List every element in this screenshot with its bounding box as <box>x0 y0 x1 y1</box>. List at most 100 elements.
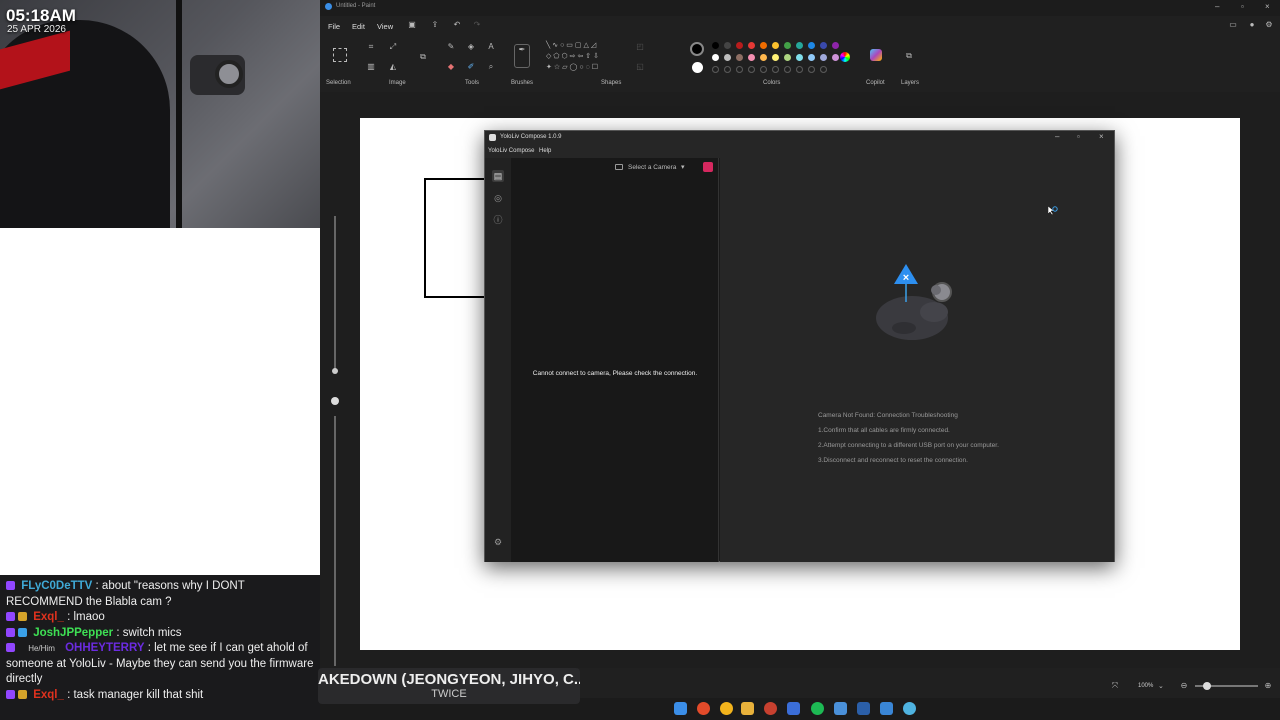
outline-icon[interactable]: ◰ <box>635 42 645 52</box>
crop-icon[interactable]: ⌗ <box>366 42 376 52</box>
color-swatch[interactable] <box>832 42 839 49</box>
menu-help[interactable]: Help <box>539 148 551 154</box>
color-swatch[interactable] <box>796 54 803 61</box>
zoom-slider-knob[interactable] <box>1203 682 1211 690</box>
empty-swatch[interactable] <box>820 66 827 73</box>
color-swatch[interactable] <box>760 42 767 49</box>
browser-icon[interactable] <box>697 702 710 715</box>
zoom-side-slider[interactable] <box>331 206 339 666</box>
redo-icon[interactable]: ↷ <box>472 20 482 30</box>
text-icon[interactable]: A <box>486 42 496 52</box>
spotify-icon[interactable] <box>811 702 824 715</box>
secondary-color[interactable] <box>692 62 703 73</box>
paint-taskbar-icon[interactable] <box>834 702 847 715</box>
lens-icon[interactable]: ◎ <box>492 192 504 204</box>
color-swatch[interactable] <box>748 42 755 49</box>
lock-icon[interactable] <box>331 397 339 405</box>
color-swatch[interactable] <box>808 54 815 61</box>
color-swatch[interactable] <box>784 42 791 49</box>
yololiv-taskbar-icon[interactable] <box>903 702 916 715</box>
color-picker-icon[interactable]: ✐ <box>466 62 476 72</box>
empty-swatch[interactable] <box>760 66 767 73</box>
zoom-in-icon[interactable]: ⊕ <box>1263 681 1273 691</box>
rotate-icon[interactable]: ◭ <box>388 62 398 72</box>
zoom-level[interactable]: 100% <box>1138 683 1153 689</box>
color-swatch[interactable] <box>724 54 731 61</box>
app2-icon[interactable] <box>857 702 870 715</box>
image-tool-icon[interactable]: ⧉ <box>418 52 428 62</box>
color-swatch[interactable] <box>832 54 839 61</box>
pencil-icon[interactable]: ✎ <box>446 42 456 52</box>
undo-icon[interactable]: ↶ <box>452 20 462 30</box>
empty-swatch[interactable] <box>748 66 755 73</box>
fit-icon[interactable]: ⤧ <box>1110 681 1120 691</box>
selection-icon[interactable] <box>333 48 347 62</box>
start-icon[interactable] <box>674 702 687 715</box>
fill-style-icon[interactable]: ◱ <box>635 62 645 72</box>
color-swatch[interactable] <box>724 42 731 49</box>
close-icon[interactable]: × <box>1099 132 1104 141</box>
copilot-icon[interactable] <box>870 49 882 61</box>
minimize-icon[interactable]: – <box>1055 132 1059 141</box>
color-swatch[interactable] <box>808 42 815 49</box>
color-wheel-icon[interactable] <box>840 52 850 62</box>
color-swatch[interactable] <box>760 54 767 61</box>
menu-edit[interactable]: Edit <box>352 22 365 31</box>
color-swatch[interactable] <box>772 42 779 49</box>
select-camera-dropdown[interactable]: Select a Camera <box>628 164 676 171</box>
color-swatch[interactable] <box>736 42 743 49</box>
eraser-icon[interactable]: ◆ <box>446 62 456 72</box>
color-swatch[interactable] <box>784 54 791 61</box>
menu-view[interactable]: View <box>377 22 393 31</box>
empty-swatch[interactable] <box>784 66 791 73</box>
comment-icon[interactable]: ▭ <box>1228 20 1238 30</box>
record-button[interactable] <box>703 162 713 172</box>
app-icon[interactable] <box>787 702 800 715</box>
settings-icon[interactable]: ⚙ <box>1264 20 1274 30</box>
maximize-icon[interactable]: ▫ <box>1241 2 1244 11</box>
settings-icon[interactable]: ⚙ <box>492 536 504 548</box>
color-palette[interactable] <box>712 42 839 78</box>
color-swatch[interactable] <box>712 42 719 49</box>
menu-yololiv-compose[interactable]: YoloLiv Compose <box>488 148 534 154</box>
folder-icon[interactable] <box>741 702 754 715</box>
image-select-icon[interactable]: ▥ <box>366 62 376 72</box>
camera-list-icon[interactable]: ▤ <box>492 170 504 182</box>
share-icon[interactable]: ⇪ <box>430 20 440 30</box>
minimize-icon[interactable]: – <box>1215 2 1219 11</box>
resize-icon[interactable]: ⤢ <box>388 42 398 52</box>
account-icon[interactable]: ● <box>1247 20 1257 30</box>
shapes-gallery[interactable]: ╲∿○▭▢△◿ ◇⬠⬡⇨⇦⇧⇩ ✦☆▱◯○◌☐ <box>546 40 622 74</box>
empty-swatch[interactable] <box>712 66 719 73</box>
save-icon[interactable]: ▣ <box>407 20 417 30</box>
maximize-icon[interactable]: ▫ <box>1077 132 1080 141</box>
color-swatch[interactable] <box>736 54 743 61</box>
empty-swatch[interactable] <box>724 66 731 73</box>
menu-file[interactable]: File <box>328 22 340 31</box>
color-swatch[interactable] <box>748 54 755 61</box>
magnifier-icon[interactable]: ⌕ <box>486 62 496 72</box>
primary-color[interactable] <box>690 42 704 56</box>
fill-icon[interactable]: ◈ <box>466 42 476 52</box>
chrome-icon[interactable] <box>720 702 733 715</box>
brushes-icon[interactable]: ✒ <box>514 44 530 68</box>
empty-swatch[interactable] <box>736 66 743 73</box>
color-swatch[interactable] <box>772 54 779 61</box>
empty-swatch[interactable] <box>796 66 803 73</box>
zoom-slider[interactable] <box>1195 682 1258 690</box>
chevron-down-icon[interactable]: ▾ <box>681 163 685 171</box>
layers-icon[interactable]: ⧉ <box>904 51 914 61</box>
color-swatch[interactable] <box>796 42 803 49</box>
chevron-down-icon[interactable]: ⌄ <box>1158 682 1164 690</box>
color-swatch[interactable] <box>820 42 827 49</box>
obs-icon[interactable] <box>764 702 777 715</box>
color-swatch[interactable] <box>712 54 719 61</box>
close-icon[interactable]: × <box>1265 2 1270 11</box>
app3-icon[interactable] <box>880 702 893 715</box>
zoom-out-icon[interactable]: ⊖ <box>1179 681 1189 691</box>
empty-swatch[interactable] <box>772 66 779 73</box>
info-icon[interactable]: ⓘ <box>492 214 504 226</box>
empty-swatch[interactable] <box>808 66 815 73</box>
color-swatch[interactable] <box>820 54 827 61</box>
slider-knob[interactable] <box>332 368 338 374</box>
